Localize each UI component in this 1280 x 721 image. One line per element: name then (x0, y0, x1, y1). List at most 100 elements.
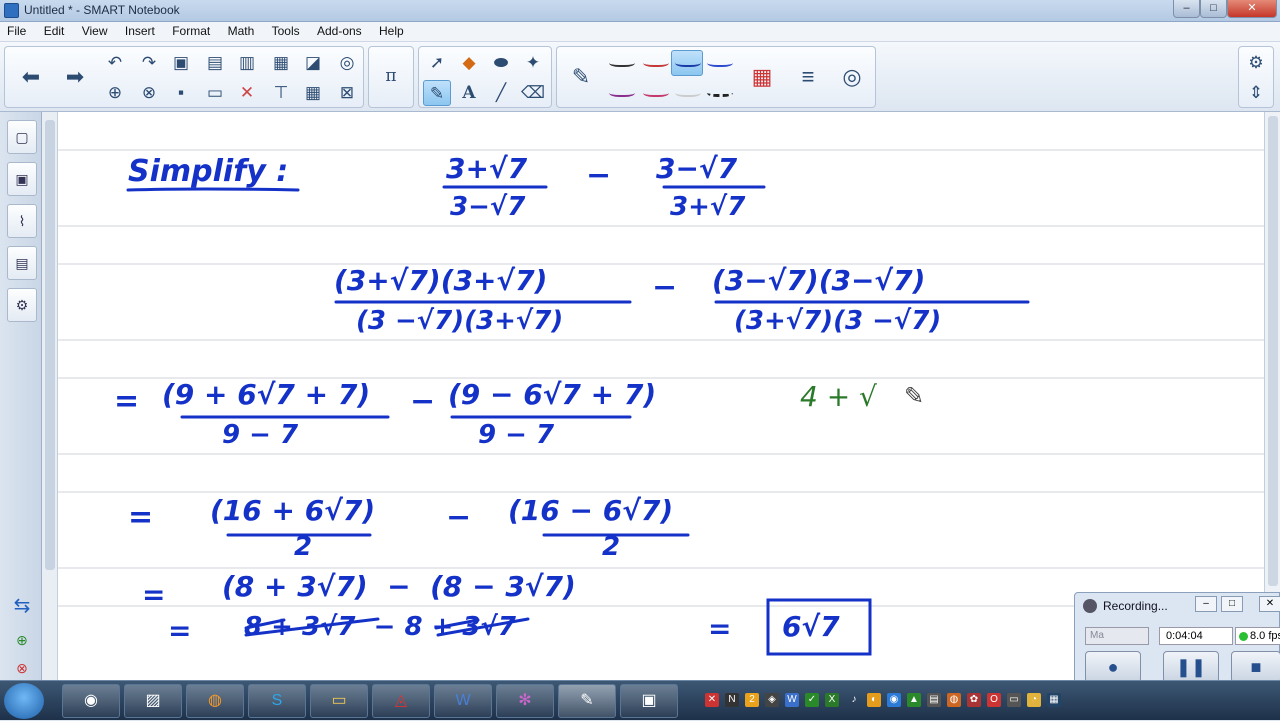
table-icon[interactable]: ▦ (299, 80, 327, 106)
taskbar-snipping-icon[interactable]: ▨ (124, 684, 182, 718)
pi-icon[interactable]: π (377, 63, 405, 89)
save-icon[interactable]: ▪ (167, 80, 195, 106)
tray-icon-5[interactable]: W (785, 693, 799, 707)
taskbar-firefox-icon[interactable]: ◍ (186, 684, 244, 718)
screen-icon[interactable]: ▭ (201, 80, 229, 106)
maximize-button[interactable]: □ (1200, 0, 1227, 18)
add-page-icon[interactable]: ▤ (201, 50, 229, 76)
shapes-icon[interactable]: ◆ (455, 50, 483, 76)
document-camera-icon[interactable]: ◪ (299, 50, 327, 76)
tray-icon-1[interactable]: ✕ (705, 693, 719, 707)
menu-edit[interactable]: Edit (37, 22, 72, 42)
pen-style-pink[interactable] (643, 87, 669, 97)
transparency-icon[interactable]: ◎ (835, 49, 869, 105)
recorder-close-button[interactable]: ✕ (1259, 596, 1280, 612)
tray-icon-17[interactable]: ◔ (1027, 693, 1041, 707)
record-button-icon[interactable]: ● (1085, 651, 1141, 683)
pen-style-black[interactable] (609, 57, 635, 67)
pens-tool-icon[interactable]: ✎ (423, 80, 451, 106)
pen-type-icon[interactable]: ✎ (563, 49, 599, 105)
paste-icon[interactable]: ▥ (233, 50, 261, 76)
eraser-fill-icon[interactable]: ⬬ (487, 50, 515, 76)
pen-style-light[interactable] (675, 87, 701, 97)
select-cursor-icon[interactable]: ➚ (423, 50, 451, 76)
tray-icon-9[interactable]: ◐ (867, 693, 881, 707)
undo-icon[interactable]: ↶ (101, 50, 129, 76)
toolbar-group-math: π (368, 46, 414, 108)
attachments-icon[interactable]: ⌇ (7, 204, 37, 238)
sidebar-scrollbar[interactable] (42, 112, 58, 680)
text-tool-icon[interactable]: A (455, 80, 483, 106)
screen-shade-icon[interactable]: ⊤ (267, 80, 295, 106)
properties-icon[interactable]: ▤ (7, 246, 37, 280)
menu-addons[interactable]: Add-ons (310, 22, 369, 42)
taskbar-smart-notebook-icon[interactable]: ✎ (558, 684, 616, 718)
system-tray: ✕ N 2 ◈ W ✓ X ♪ ◐ ◉ ▲ ▤ ◍ ✿ O ▭ ◔ ▦ (695, 681, 1075, 721)
tray-bell-icon[interactable]: ♪ (847, 693, 861, 707)
line-tool-icon[interactable]: ╱ (487, 80, 515, 106)
new-page-icon[interactable]: ⊕ (101, 80, 129, 106)
pause-button-icon[interactable]: ❚❚ (1163, 651, 1219, 683)
start-button-icon[interactable] (4, 683, 44, 719)
back-arrow-icon[interactable]: ⬅ (11, 49, 51, 105)
taskbar-chrome-icon[interactable]: ◉ (62, 684, 120, 718)
open-file-icon[interactable]: ▣ (167, 50, 195, 76)
taskbar-explorer-icon[interactable]: ▭ (310, 684, 368, 718)
pen-style-blue-sample (675, 57, 701, 67)
tray-icon-4[interactable]: ◈ (765, 693, 779, 707)
tray-icon-12[interactable]: ▤ (927, 693, 941, 707)
menu-help[interactable]: Help (372, 22, 411, 42)
tray-icon-6[interactable]: ✓ (805, 693, 819, 707)
tray-icon-18[interactable]: ▦ (1047, 693, 1061, 707)
gallery-tab-icon[interactable]: ▣ (7, 162, 37, 196)
move-toolbar-icon[interactable]: ⇕ (1242, 80, 1270, 106)
forward-arrow-icon[interactable]: ➡ (55, 49, 95, 105)
pen-style-red[interactable] (643, 57, 669, 67)
tray-icon-15[interactable]: O (987, 693, 1001, 707)
gallery-icon[interactable]: ◎ (333, 50, 361, 76)
tray-icon-16[interactable]: ▭ (1007, 693, 1021, 707)
full-screen-icon[interactable]: ⊠ (333, 80, 361, 106)
taskbar-app-icon[interactable]: ✻ (496, 684, 554, 718)
recorder-minimize-button[interactable]: – (1195, 596, 1217, 612)
tray-icon-7[interactable]: X (825, 693, 839, 707)
menu-format[interactable]: Format (165, 22, 217, 42)
recorder-maximize-button[interactable]: □ (1221, 596, 1243, 612)
screen-capture-icon[interactable]: ▦ (267, 50, 295, 76)
addons-tab-icon[interactable]: ⚙ (7, 288, 37, 322)
menu-insert[interactable]: Insert (118, 22, 162, 42)
taskbar-word-icon[interactable]: W (434, 684, 492, 718)
menu-file[interactable]: File (0, 22, 33, 42)
pen-style-blue-2[interactable] (707, 57, 733, 67)
eraser-icon[interactable]: ⌫ (519, 80, 547, 106)
close-button[interactable]: ✕ (1227, 0, 1277, 18)
recorder-mode-select[interactable]: Ma (1085, 627, 1149, 645)
pen-style-purple[interactable] (609, 87, 635, 97)
magic-pen-icon[interactable]: ✦ (519, 50, 547, 76)
tray-icon-10[interactable]: ◉ (887, 693, 901, 707)
menu-view[interactable]: View (75, 22, 115, 42)
redo-icon[interactable]: ↷ (135, 50, 163, 76)
stop-button-icon[interactable]: ■ (1231, 651, 1280, 683)
toolbar: ⬅ ➡ ↶ ↷ ▣ ▤ ▥ ▦ ◪ ◎ ⊕ ⊗ ▪ ▭ ✕ ⊤ ▦ ⊠ π ➚ … (0, 42, 1280, 112)
menu-math[interactable]: Math (221, 22, 262, 42)
tray-icon-2[interactable]: N (725, 693, 739, 707)
taskbar-skype-icon[interactable]: S (248, 684, 306, 718)
pen-style-dashed[interactable] (707, 87, 733, 97)
color-palette-icon[interactable]: ▦ (745, 49, 779, 105)
move-sidebar-icon[interactable]: ⇆ (7, 590, 37, 624)
delete-page-icon[interactable]: ⊗ (135, 80, 163, 106)
tray-icon-13[interactable]: ◍ (947, 693, 961, 707)
minimize-button[interactable]: – (1173, 0, 1200, 18)
tray-icon-11[interactable]: ▲ (907, 693, 921, 707)
tray-icon-3[interactable]: 2 (745, 693, 759, 707)
page-sorter-icon[interactable]: ▢ (7, 120, 37, 154)
menu-tools[interactable]: Tools (265, 22, 307, 42)
tray-icon-14[interactable]: ✿ (967, 693, 981, 707)
toolbar-group-navigation: ⬅ ➡ ↶ ↷ ▣ ▤ ▥ ▦ ◪ ◎ ⊕ ⊗ ▪ ▭ ✕ ⊤ ▦ ⊠ (4, 46, 364, 108)
line-thickness-icon[interactable]: ≡ (791, 49, 825, 105)
delete-icon[interactable]: ✕ (233, 80, 261, 106)
taskbar-acrobat-icon[interactable]: ◬ (372, 684, 430, 718)
taskbar-recorder-icon[interactable]: ▣ (620, 684, 678, 718)
gear-icon[interactable]: ⚙ (1242, 50, 1270, 76)
